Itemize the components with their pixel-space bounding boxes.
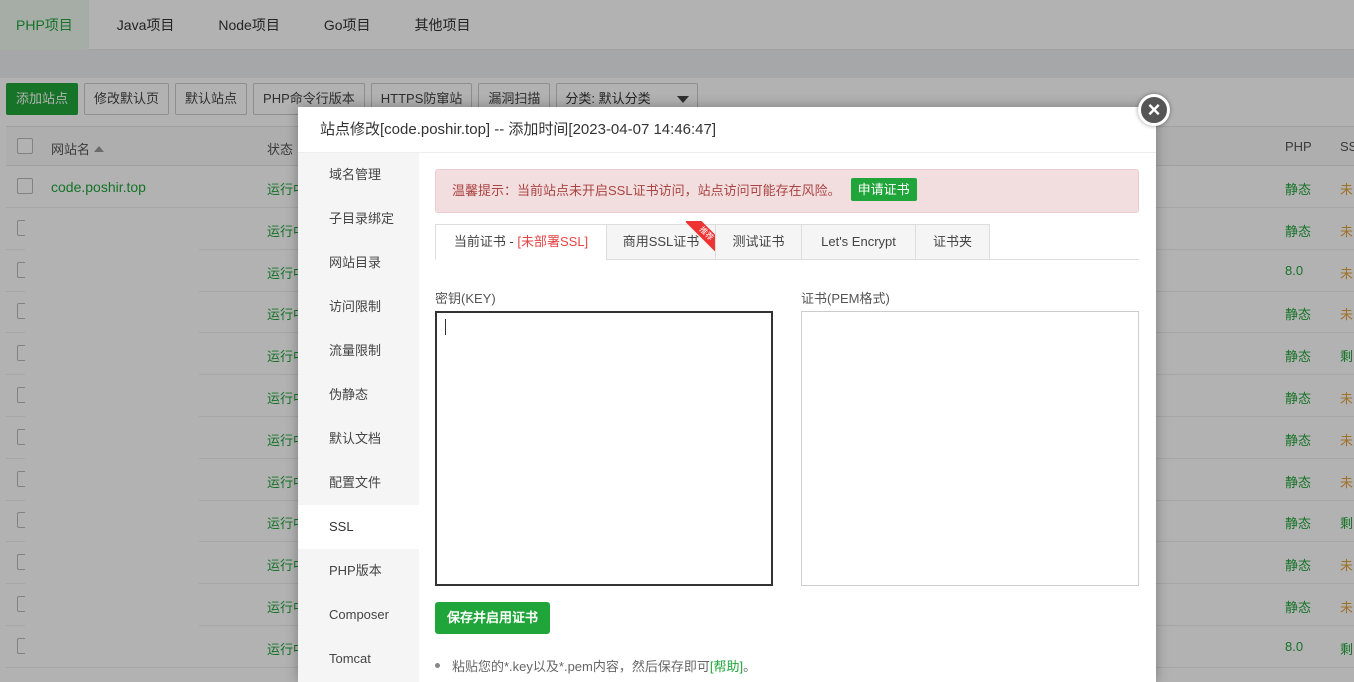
sidebar-item-subdir-binding[interactable]: 子目录绑定	[298, 197, 419, 241]
tab-current-cert-status: [未部署SSL]	[517, 234, 589, 249]
cert-textarea[interactable]	[801, 311, 1139, 586]
text-cursor	[445, 319, 446, 335]
tab-cert-folder[interactable]: 证书夹	[915, 224, 990, 260]
sidebar-item-composer[interactable]: Composer	[298, 593, 419, 637]
ssl-tabs: 当前证书 - [未部署SSL] 商用SSL证书 推荐 测试证书 Let's En…	[435, 221, 1139, 260]
ssl-warning-text: 温馨提示：当前站点未开启SSL证书访问，站点访问可能存在风险。	[452, 183, 841, 198]
site-edit-modal: 站点修改[code.poshir.top] -- 添加时间[2023-04-07…	[298, 107, 1156, 682]
tab-test-cert[interactable]: 测试证书	[715, 224, 802, 260]
sidebar-item-php-version[interactable]: PHP版本	[298, 549, 419, 593]
sidebar-item-ssl[interactable]: SSL	[298, 505, 419, 549]
help-link[interactable]: [帮助]	[710, 659, 743, 674]
ssl-panel: 温馨提示：当前站点未开启SSL证书访问，站点访问可能存在风险。 申请证书 当前证书…	[419, 153, 1156, 682]
modal-sidebar: 域名管理 子目录绑定 网站目录 访问限制 流量限制 伪静态 默认文档 配置文件 …	[298, 153, 419, 682]
tab-current-cert[interactable]: 当前证书 - [未部署SSL]	[435, 224, 607, 260]
sidebar-item-config-file[interactable]: 配置文件	[298, 461, 419, 505]
save-enable-cert-button[interactable]: 保存并启用证书	[435, 602, 551, 634]
sidebar-item-default-doc[interactable]: 默认文档	[298, 417, 419, 461]
recommend-ribbon: 推荐	[683, 221, 719, 257]
sidebar-item-tomcat[interactable]: Tomcat	[298, 637, 419, 681]
sidebar-item-access-limit[interactable]: 访问限制	[298, 285, 419, 329]
sidebar-item-traffic-limit[interactable]: 流量限制	[298, 329, 419, 373]
key-label: 密钥(KEY)	[435, 291, 496, 306]
sidebar-item-domain[interactable]: 域名管理	[298, 153, 419, 197]
recommend-ribbon-text: 推荐	[685, 221, 719, 255]
apply-cert-button[interactable]: 申请证书	[850, 178, 917, 201]
bullet-icon	[435, 663, 440, 668]
sidebar-item-rewrite[interactable]: 伪静态	[298, 373, 419, 417]
close-modal-button[interactable]: ×	[1138, 94, 1170, 126]
paste-tip: 粘贴您的*.key以及*.pem内容，然后保存即可[帮助]。	[435, 656, 756, 675]
tab-current-cert-label: 当前证书 -	[453, 234, 518, 249]
paste-tip-end: 。	[743, 659, 757, 674]
tab-lets-encrypt[interactable]: Let's Encrypt	[801, 224, 916, 260]
ssl-warning-alert: 温馨提示：当前站点未开启SSL证书访问，站点访问可能存在风险。 申请证书	[435, 169, 1139, 213]
close-icon: ×	[1147, 97, 1161, 122]
sidebar-item-site-directory[interactable]: 网站目录	[298, 241, 419, 285]
paste-tip-text: 粘贴您的*.key以及*.pem内容，然后保存即可	[452, 659, 710, 674]
cert-label: 证书(PEM格式)	[801, 291, 890, 306]
modal-title: 站点修改[code.poshir.top] -- 添加时间[2023-04-07…	[298, 107, 1156, 153]
key-textarea[interactable]	[435, 311, 773, 586]
tab-commercial-ssl[interactable]: 商用SSL证书 推荐	[606, 221, 719, 260]
